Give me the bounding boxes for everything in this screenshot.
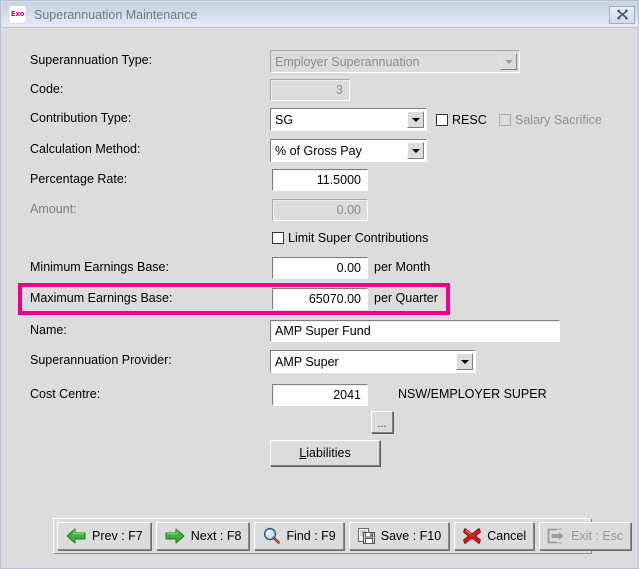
limit-super-contributions-checkbox[interactable]: Limit Super Contributions [272, 231, 428, 245]
maximum-earnings-base-suffix: per Quarter [374, 291, 438, 305]
label-superannuation-provider: Superannuation Provider: [30, 353, 172, 367]
label-contribution-type: Contribution Type: [30, 111, 131, 125]
superannuation-type-value: Employer Superannuation [275, 55, 420, 69]
cancel-button-label: Cancel [487, 529, 526, 543]
calculation-method-value: % of Gross Pay [275, 144, 362, 158]
chevron-down-icon[interactable] [456, 353, 473, 370]
chevron-down-icon[interactable] [500, 53, 517, 70]
red-cross-icon [462, 527, 482, 545]
contribution-type-combo[interactable]: SG [270, 108, 427, 131]
label-percentage-rate: Percentage Rate: [30, 172, 127, 186]
save-button[interactable]: Save : F10 [349, 522, 449, 550]
save-button-label: Save : F10 [381, 529, 441, 543]
window-title: Superannuation Maintenance [34, 8, 609, 22]
salary-sacrifice-label: Salary Sacrifice [515, 113, 602, 127]
field-row-calculation-method: Calculation Method: % of Gross Pay [2, 139, 639, 163]
exit-button: Exit : Esc [539, 522, 631, 550]
minimum-earnings-base-input[interactable]: 0.00 [272, 257, 368, 279]
arrow-left-icon [65, 527, 87, 545]
name-input[interactable]: AMP Super Fund [270, 320, 560, 342]
field-row-minimum-earnings-base: Minimum Earnings Base: 0.00 per Month [2, 257, 639, 281]
field-row-maximum-earnings-base: Maximum Earnings Base: 65070.00 per Quar… [2, 288, 639, 312]
cost-centre-description: NSW/EMPLOYER SUPER [398, 387, 547, 401]
label-minimum-earnings-base: Minimum Earnings Base: [30, 260, 169, 274]
close-icon [616, 9, 629, 20]
chevron-down-icon[interactable] [407, 111, 424, 128]
label-maximum-earnings-base: Maximum Earnings Base: [30, 291, 172, 305]
superannuation-provider-value: AMP Super [275, 355, 339, 369]
salary-sacrifice-checkbox: Salary Sacrifice [499, 113, 602, 127]
limit-super-contributions-label: Limit Super Contributions [288, 231, 428, 245]
superannuation-type-combo[interactable]: Employer Superannuation [270, 50, 520, 73]
field-row-limit-super-contributions: Limit Super Contributions [2, 231, 639, 255]
label-cost-centre: Cost Centre: [30, 387, 100, 401]
label-code: Code: [30, 82, 63, 96]
cost-centre-browse-button[interactable]: ... [371, 411, 393, 433]
next-button-label: Next : F8 [191, 529, 242, 543]
superannuation-provider-combo[interactable]: AMP Super [270, 350, 476, 373]
find-button-label: Find : F9 [286, 529, 335, 543]
resc-label: RESC [452, 113, 487, 127]
field-row-cost-centre: Cost Centre: 2041 NSW/EMPLOYER SUPER [2, 384, 639, 408]
field-row-superannuation-type: Superannuation Type: Employer Superannua… [2, 50, 639, 74]
bottom-toolbar: Prev : F7 Next : F8 Find : F9 [53, 518, 592, 554]
exit-arrow-icon [547, 527, 566, 545]
checkbox-box-icon [499, 114, 511, 126]
minimum-earnings-base-suffix: per Month [374, 260, 430, 274]
label-superannuation-type: Superannuation Type: [30, 53, 152, 67]
field-row-name: Name: AMP Super Fund [2, 320, 639, 344]
cancel-button[interactable]: Cancel [454, 522, 534, 550]
exit-button-label: Exit : Esc [571, 529, 623, 543]
calculation-method-combo[interactable]: % of Gross Pay [270, 139, 427, 162]
cost-centre-input[interactable]: 2041 [272, 384, 368, 406]
code-input[interactable]: 3 [270, 79, 350, 101]
exo-logo-icon: Exo [8, 5, 27, 24]
prev-button[interactable]: Prev : F7 [57, 522, 151, 550]
find-button[interactable]: Find : F9 [254, 522, 343, 550]
save-icon [357, 527, 376, 545]
field-row-contribution-type: Contribution Type: SG RESC Salary Sacrif… [2, 108, 639, 132]
checkbox-box-icon [272, 232, 284, 244]
label-calculation-method: Calculation Method: [30, 142, 140, 156]
arrow-right-icon [164, 527, 186, 545]
magnifier-icon [262, 527, 281, 545]
field-row-percentage-rate: Percentage Rate: 11.5000 [2, 169, 639, 193]
superannuation-maintenance-window: Exo Superannuation Maintenance Superannu… [0, 0, 639, 569]
resc-checkbox[interactable]: RESC [436, 113, 487, 127]
liabilities-button[interactable]: Liabilities [270, 440, 380, 466]
percentage-rate-input[interactable]: 11.5000 [272, 169, 368, 191]
close-button[interactable] [609, 6, 635, 24]
window-titlebar[interactable]: Exo Superannuation Maintenance [2, 2, 639, 28]
label-amount: Amount: [30, 202, 77, 216]
exo-logo-text: Exo [11, 11, 24, 18]
checkbox-box-icon [436, 114, 448, 126]
field-row-amount: Amount: 0.00 [2, 199, 639, 223]
ellipsis-icon: ... [377, 418, 386, 430]
amount-input: 0.00 [272, 199, 368, 221]
maximum-earnings-base-input[interactable]: 65070.00 [272, 288, 368, 310]
field-row-code: Code: 3 [2, 79, 639, 103]
liabilities-button-label: Liabilities [299, 446, 350, 460]
form-client-area: Superannuation Type: Employer Superannua… [2, 28, 639, 569]
next-button[interactable]: Next : F8 [156, 522, 250, 550]
prev-button-label: Prev : F7 [92, 529, 143, 543]
chevron-down-icon[interactable] [407, 142, 424, 159]
label-name: Name: [30, 323, 67, 337]
contribution-type-value: SG [275, 113, 293, 127]
field-row-superannuation-provider: Superannuation Provider: AMP Super [2, 350, 639, 374]
